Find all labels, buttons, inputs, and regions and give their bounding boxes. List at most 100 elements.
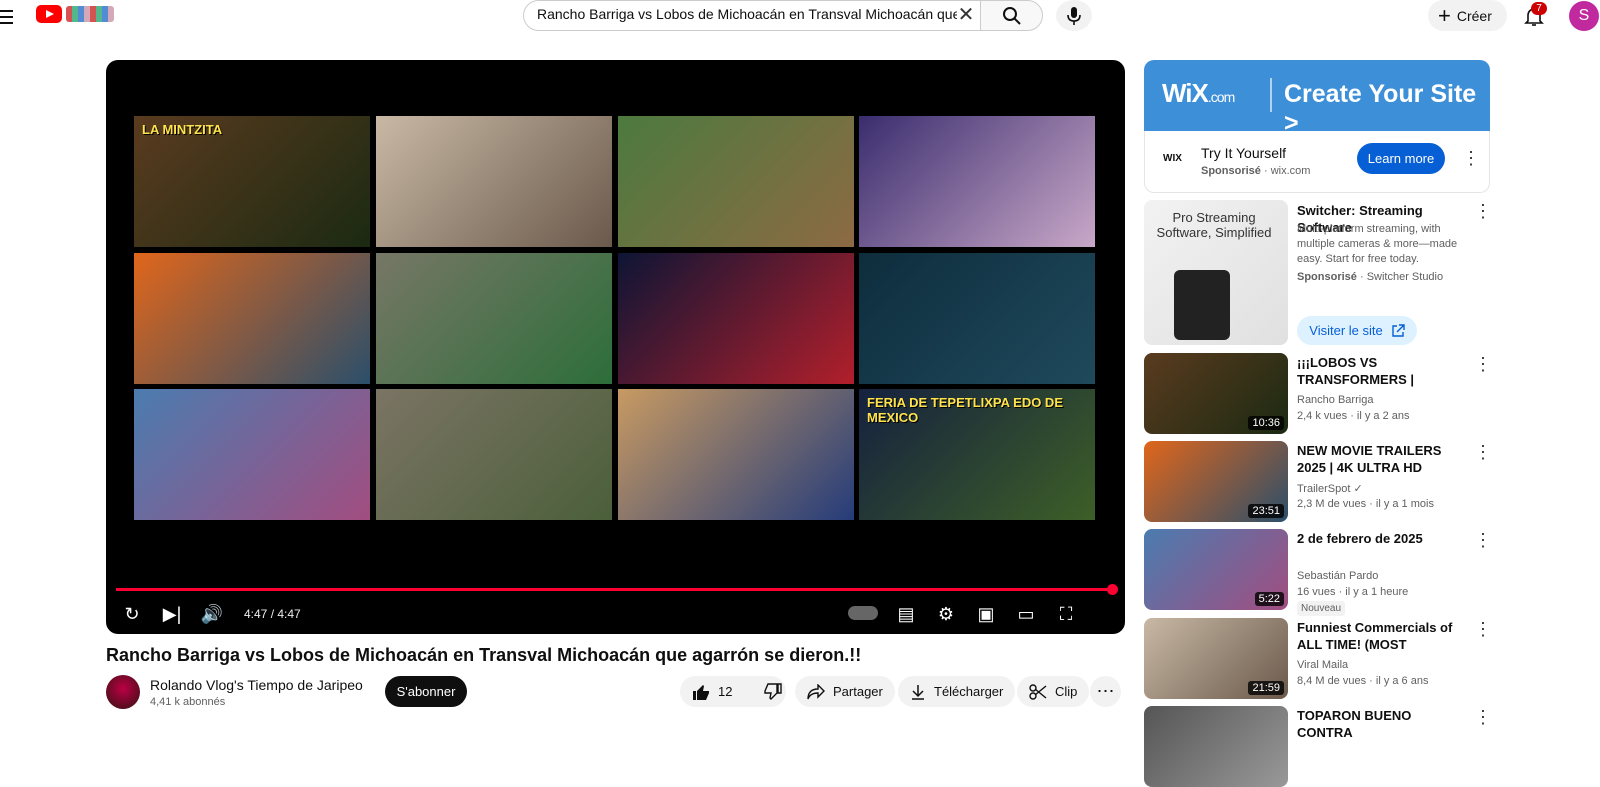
channel-name[interactable]: Rolando Vlog's Tiempo de Jaripeo xyxy=(150,677,363,693)
ad-title: Try It Yourself xyxy=(1201,145,1287,161)
endscreen-tile[interactable] xyxy=(618,116,854,247)
promo-device-image xyxy=(1174,270,1230,340)
scissors-icon xyxy=(1029,683,1047,700)
video-channel[interactable]: TrailerSpot ✓ xyxy=(1297,482,1363,495)
clip-button[interactable]: Clip xyxy=(1017,676,1090,707)
promo-description: Multi-platform streaming, with multiple … xyxy=(1297,223,1458,265)
ad-banner[interactable]: WiX.com Create Your Site > xyxy=(1144,60,1490,137)
video-thumbnail[interactable]: 21:59 xyxy=(1144,618,1288,699)
ad-brand-suffix: .com xyxy=(1207,89,1235,105)
video-title[interactable]: NEW MOVIE TRAILERS 2025 | 4K ULTRA HD xyxy=(1297,442,1470,476)
video-menu-icon[interactable]: ⋮ xyxy=(1473,443,1493,461)
theater-mode-icon[interactable]: ▭ xyxy=(1012,600,1040,628)
notification-count-badge: 7 xyxy=(1531,2,1547,15)
plus-icon: + xyxy=(1438,2,1451,28)
video-thumbnail[interactable] xyxy=(1144,706,1288,787)
replay-icon[interactable]: ↻ xyxy=(118,600,146,628)
autoplay-toggle[interactable] xyxy=(848,606,878,620)
search-icon xyxy=(1003,7,1021,25)
fullscreen-icon[interactable]: ⛶ xyxy=(1052,600,1080,628)
ad-sponsor-label: Sponsorisé xyxy=(1201,165,1261,177)
volume-icon[interactable]: 🔊 xyxy=(198,600,226,628)
video-player[interactable]: LA MINTZITA FERIA DE TEPETLIXPA EDO DE ME… xyxy=(106,60,1125,634)
video-title[interactable]: TOPARON BUENO CONTRA xyxy=(1297,707,1470,741)
promo-thumb-text: Pro Streaming Software, Simplified xyxy=(1156,210,1272,240)
endscreen-tile[interactable] xyxy=(376,253,612,384)
video-channel[interactable]: Rancho Barriga xyxy=(1297,394,1373,406)
video-title[interactable]: ¡¡¡LOBOS VS TRANSFORMERS | MODELO SIGUE … xyxy=(1297,354,1470,388)
learn-more-button[interactable]: Learn more xyxy=(1357,143,1445,174)
video-duration: 23:51 xyxy=(1248,504,1284,518)
endscreen-tile[interactable]: LA MINTZITA xyxy=(134,116,370,247)
miniplayer-icon[interactable]: ▣ xyxy=(972,600,1000,628)
video-title[interactable]: 2 de febrero de 2025 xyxy=(1297,530,1470,547)
video-meta: 8,4 M de vues · il y a 6 ans xyxy=(1297,675,1429,687)
video-channel[interactable]: Viral Maila xyxy=(1297,659,1348,671)
video-menu-icon[interactable]: ⋮ xyxy=(1473,355,1493,373)
progress-scrubber[interactable] xyxy=(1107,584,1118,595)
youtube-logo[interactable] xyxy=(36,5,62,23)
download-icon xyxy=(912,684,924,700)
subscriber-count: 4,41 k abonnés xyxy=(150,696,226,708)
ad-menu-icon[interactable]: ⋮ xyxy=(1461,149,1481,167)
create-button[interactable]: + Créer xyxy=(1428,0,1507,31)
search-button[interactable] xyxy=(980,0,1043,31)
video-title: Rancho Barriga vs Lobos de Michoacán en … xyxy=(106,645,862,665)
external-link-icon xyxy=(1392,323,1405,337)
share-label: Partager xyxy=(833,684,883,699)
more-actions-icon[interactable]: ⋯ xyxy=(1090,676,1121,707)
visit-site-button[interactable]: Visiter le site xyxy=(1297,316,1417,345)
endscreen-tile[interactable] xyxy=(618,253,854,384)
ad-headline: Create Your Site > xyxy=(1284,80,1477,137)
video-menu-icon[interactable]: ⋮ xyxy=(1473,620,1493,638)
dislike-icon[interactable] xyxy=(764,682,783,701)
endscreen-tile[interactable] xyxy=(376,116,612,247)
ad-divider xyxy=(1270,78,1272,112)
video-title[interactable]: Funniest Commercials of ALL TIME! (MOST … xyxy=(1297,619,1470,653)
endscreen-tile-label: LA MINTZITA xyxy=(142,122,223,137)
endscreen-tile[interactable] xyxy=(134,389,370,520)
download-button[interactable]: Télécharger xyxy=(898,676,1016,707)
download-label: Télécharger xyxy=(934,684,1004,699)
video-channel[interactable]: Sebastián Pardo xyxy=(1297,570,1378,582)
endscreen-tile[interactable] xyxy=(859,253,1095,384)
subtitles-icon[interactable]: ▤ xyxy=(892,600,920,628)
doodle-logo[interactable] xyxy=(66,6,114,22)
next-icon[interactable]: ▶| xyxy=(158,600,186,628)
progress-bar[interactable] xyxy=(116,588,1115,591)
channel-avatar[interactable] xyxy=(106,675,140,709)
video-thumbnail[interactable]: 5:22 xyxy=(1144,529,1288,610)
promo-menu-icon[interactable]: ⋮ xyxy=(1473,202,1493,220)
endscreen-tile[interactable] xyxy=(134,253,370,384)
ad-brand: WiX.com xyxy=(1162,78,1235,109)
endscreen-tile[interactable]: FERIA DE TEPETLIXPA EDO DE MEXICO xyxy=(859,389,1095,520)
endscreen-tile[interactable] xyxy=(859,116,1095,247)
subscribe-button[interactable]: S'abonner xyxy=(385,676,467,707)
like-count: 12 xyxy=(718,684,733,699)
clip-label: Clip xyxy=(1055,684,1078,699)
like-dislike-group[interactable]: 12 xyxy=(680,676,786,707)
promo-sponsor-label: Sponsorisé xyxy=(1297,271,1357,283)
video-meta: 2,4 k vues · il y a 2 ans xyxy=(1297,410,1410,422)
ad-card[interactable]: WIX Try It Yourself Sponsorisé · wix.com… xyxy=(1144,131,1490,193)
promo-sponsor: Sponsorisé · Switcher Studio xyxy=(1297,271,1443,283)
video-thumbnail[interactable]: 10:36 xyxy=(1144,353,1288,434)
like-icon[interactable] xyxy=(692,683,710,701)
endscreen-tile[interactable] xyxy=(376,389,612,520)
clear-search-icon[interactable]: ✕ xyxy=(954,4,978,28)
ad-domain: · wix.com xyxy=(1263,165,1311,177)
account-avatar[interactable]: S xyxy=(1569,1,1599,31)
settings-icon[interactable]: ⚙ xyxy=(932,600,960,628)
video-thumbnail[interactable]: 23:51 xyxy=(1144,441,1288,522)
voice-search-button[interactable] xyxy=(1056,0,1092,31)
search-query-text[interactable]: Rancho Barriga vs Lobos de Michoacán en … xyxy=(537,6,957,22)
video-menu-icon[interactable]: ⋮ xyxy=(1473,708,1493,726)
time-display: 4:47 / 4:47 xyxy=(244,607,301,621)
promo-thumbnail[interactable]: Pro Streaming Software, Simplified xyxy=(1144,200,1288,345)
share-button[interactable]: Partager xyxy=(795,676,895,707)
menu-icon[interactable] xyxy=(0,6,16,24)
video-menu-icon[interactable]: ⋮ xyxy=(1473,531,1493,549)
share-icon xyxy=(807,683,825,699)
endscreen-tile[interactable] xyxy=(618,389,854,520)
ad-sponsor: Sponsorisé · wix.com xyxy=(1201,165,1310,177)
